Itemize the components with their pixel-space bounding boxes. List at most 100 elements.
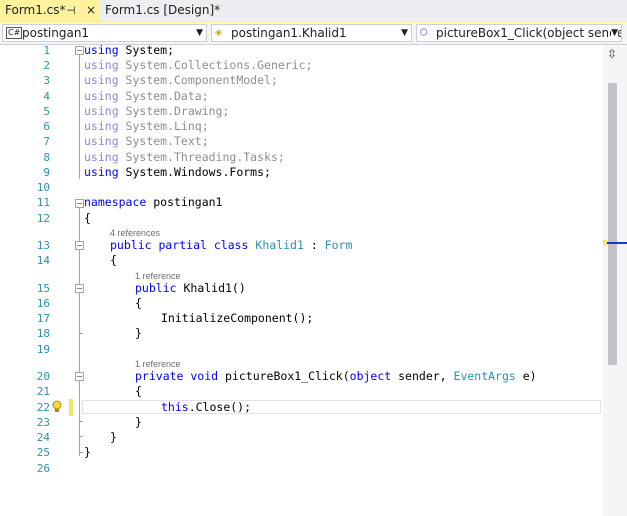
- line-number: 20: [36, 370, 50, 383]
- line-number: 21: [36, 385, 50, 398]
- line-number: 3: [43, 74, 50, 87]
- type-name: EventArgs: [453, 369, 516, 383]
- code-line: using System;: [84, 43, 174, 58]
- code-text: postingan1: [146, 195, 223, 209]
- code-text: System.Drawing;: [118, 104, 230, 118]
- code-line: {: [110, 253, 117, 267]
- class-icon: ◈: [215, 28, 222, 38]
- code-text: System;: [118, 43, 175, 57]
- outline-end: [79, 333, 83, 334]
- close-icon[interactable]: ×: [86, 0, 96, 21]
- vertical-scrollbar[interactable]: ⇳: [603, 45, 627, 516]
- collapse-toggle[interactable]: −: [75, 199, 84, 208]
- code-text: e): [515, 369, 537, 383]
- keyword: namespace: [84, 195, 147, 209]
- code-text: .Close();: [188, 400, 252, 414]
- line-number: 8: [43, 151, 50, 164]
- keyword: using: [84, 165, 119, 179]
- line-number: 17: [36, 312, 50, 325]
- line-number: 11: [36, 196, 50, 209]
- lightbulb-icon[interactable]: [52, 400, 62, 414]
- tab-label: Form1.cs*: [5, 3, 66, 17]
- outline-end: [79, 436, 83, 437]
- codelens-references[interactable]: 1 reference: [135, 271, 181, 281]
- tab-form1-design[interactable]: Form1.cs [Design]*: [100, 0, 220, 21]
- code-text: System.Collections.Generic;: [118, 58, 313, 72]
- code-line: public partial class Khalid1 : Form: [110, 238, 352, 253]
- collapse-toggle[interactable]: −: [75, 46, 84, 55]
- code-text: System.Text;: [118, 134, 209, 148]
- line-number: 25: [36, 446, 50, 459]
- codelens-references[interactable]: 4 references: [110, 228, 160, 238]
- type-name: Khalid1: [255, 238, 304, 252]
- caret-position-marker: [607, 242, 627, 244]
- line-number: 24: [36, 431, 50, 444]
- class-dropdown[interactable]: ◈ postingan1.Khalid1 ▼: [211, 24, 412, 42]
- code-line: {: [135, 384, 142, 398]
- code-line: namespace postingan1: [84, 195, 222, 210]
- line-number: 2: [43, 59, 50, 72]
- line-number: 9: [43, 166, 50, 179]
- code-line: using System.ComponentModel;: [84, 73, 278, 88]
- code-line: private void pictureBox1_Click(object se…: [135, 369, 537, 384]
- code-text: System.Windows.Forms;: [118, 165, 271, 179]
- line-number: 1: [43, 44, 50, 57]
- code-text: sender,: [391, 369, 454, 383]
- code-line: }: [135, 326, 142, 340]
- code-line-current[interactable]: this.Close();: [161, 400, 251, 415]
- code-line: using System.Text;: [84, 134, 209, 149]
- line-number: 15: [36, 282, 50, 295]
- keyword: using: [84, 43, 119, 57]
- line-number: 12: [36, 212, 50, 225]
- collapse-toggle[interactable]: −: [75, 372, 84, 381]
- code-line: using System.Collections.Generic;: [84, 58, 313, 73]
- code-text: :: [303, 238, 325, 252]
- keyword: using: [84, 89, 119, 103]
- glyph-margin: [0, 45, 18, 516]
- collapse-toggle[interactable]: −: [75, 284, 84, 293]
- chevron-down-icon[interactable]: ▼: [401, 25, 408, 41]
- outline-end: [79, 452, 83, 453]
- line-number: 18: [36, 327, 50, 340]
- code-text: System.Linq;: [118, 119, 209, 133]
- tab-label: Form1.cs [Design]*: [105, 3, 221, 17]
- scrollbar-thumb[interactable]: [608, 83, 617, 365]
- line-number: 7: [43, 135, 50, 148]
- code-text: System.ComponentModel;: [118, 73, 278, 87]
- member-name: pictureBox1_Click(object sender: [436, 26, 622, 40]
- keyword: public partial class: [110, 238, 249, 252]
- code-text: pictureBox1_Click(: [218, 369, 350, 383]
- code-line: }: [110, 430, 117, 444]
- project-name: postingan1: [22, 26, 90, 40]
- unsaved-change-marker: [69, 399, 73, 416]
- line-number: 19: [36, 343, 50, 356]
- code-text: Khalid1(): [176, 281, 246, 295]
- keyword: using: [84, 58, 119, 72]
- keyword: using: [84, 119, 119, 133]
- split-icon[interactable]: ⇳: [607, 47, 617, 61]
- outline-line: [79, 55, 80, 179]
- line-number: 10: [36, 181, 50, 194]
- code-line: using System.Windows.Forms;: [84, 165, 271, 180]
- pin-icon[interactable]: ⊣: [66, 0, 76, 21]
- code-line: using System.Threading.Tasks;: [84, 150, 285, 165]
- code-line: using System.Data;: [84, 89, 209, 104]
- line-number: 22: [36, 401, 50, 414]
- keyword: private void: [135, 369, 219, 383]
- chevron-down-icon[interactable]: ▼: [611, 25, 618, 41]
- codelens-references[interactable]: 1 reference: [135, 359, 181, 369]
- code-line: using System.Drawing;: [84, 104, 229, 119]
- line-number: 26: [36, 462, 50, 475]
- code-line: InitializeComponent();: [161, 311, 314, 325]
- line-number: 23: [36, 416, 50, 429]
- keyword: this: [161, 400, 189, 414]
- code-text: System.Threading.Tasks;: [118, 150, 285, 164]
- tab-form1-cs[interactable]: Form1.cs* ⊣ ×: [0, 0, 100, 21]
- line-number: 14: [36, 254, 50, 267]
- member-dropdown[interactable]: ⬡ pictureBox1_Click(object sender ▼: [416, 24, 622, 42]
- chevron-down-icon[interactable]: ▼: [196, 25, 203, 41]
- code-line: }: [84, 445, 91, 459]
- collapse-toggle[interactable]: −: [75, 241, 84, 250]
- project-dropdown[interactable]: C# postingan1 ▼: [2, 24, 207, 42]
- navigation-bar: C# postingan1 ▼ ◈ postingan1.Khalid1 ▼ ⬡…: [0, 23, 627, 44]
